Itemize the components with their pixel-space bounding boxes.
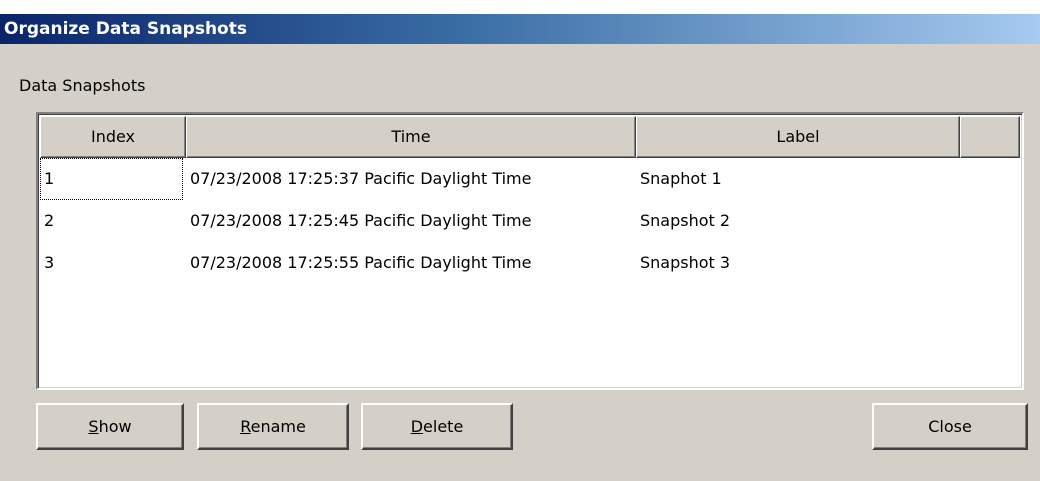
table-row[interactable]: 3 07/23/2008 17:25:55 Pacific Daylight T…	[40, 242, 1020, 284]
cell-index: 3	[44, 253, 55, 272]
column-header-label[interactable]: Label	[636, 116, 960, 158]
organize-data-snapshots-dialog: Organize Data Snapshots Data Snapshots I…	[0, 14, 1040, 481]
rename-button[interactable]: Rename	[197, 403, 349, 450]
column-header-filler	[960, 116, 1020, 158]
cell-label: Snapshot 2	[640, 211, 731, 230]
cell-time: 07/23/2008 17:25:45 Pacific Daylight Tim…	[190, 211, 532, 230]
cell-label: Snapshot 3	[640, 253, 731, 272]
column-header-time[interactable]: Time	[186, 116, 636, 158]
window-title[interactable]: Organize Data Snapshots	[0, 14, 1040, 44]
show-mnemonic: S	[88, 417, 99, 436]
cell-time: 07/23/2008 17:25:37 Pacific Daylight Tim…	[190, 169, 532, 188]
rename-mnemonic: R	[240, 417, 251, 436]
table-row[interactable]: 1 07/23/2008 17:25:37 Pacific Daylight T…	[40, 158, 1020, 200]
cell-index: 2	[44, 211, 55, 230]
delete-button[interactable]: Delete	[361, 403, 513, 450]
rename-label-rest: ename	[250, 417, 306, 436]
list-header: Index Time Label	[40, 116, 1020, 158]
cell-time: 07/23/2008 17:25:55 Pacific Daylight Tim…	[190, 253, 532, 272]
snapshots-list[interactable]: Index Time Label 1 07/23/2008 17:25:37 P…	[36, 112, 1024, 390]
close-button[interactable]: Close	[872, 403, 1028, 450]
delete-mnemonic: D	[410, 417, 424, 436]
cell-label: Snaphot 1	[640, 169, 722, 188]
show-button[interactable]: Show	[36, 403, 184, 450]
table-row[interactable]: 2 07/23/2008 17:25:45 Pacific Daylight T…	[40, 200, 1020, 242]
cell-index: 1	[44, 169, 55, 188]
delete-label-rest: elete	[423, 417, 464, 436]
data-snapshots-label: Data Snapshots	[19, 76, 146, 95]
show-label-rest: how	[98, 417, 132, 436]
focus-rectangle	[40, 158, 183, 200]
column-header-index[interactable]: Index	[40, 116, 186, 158]
